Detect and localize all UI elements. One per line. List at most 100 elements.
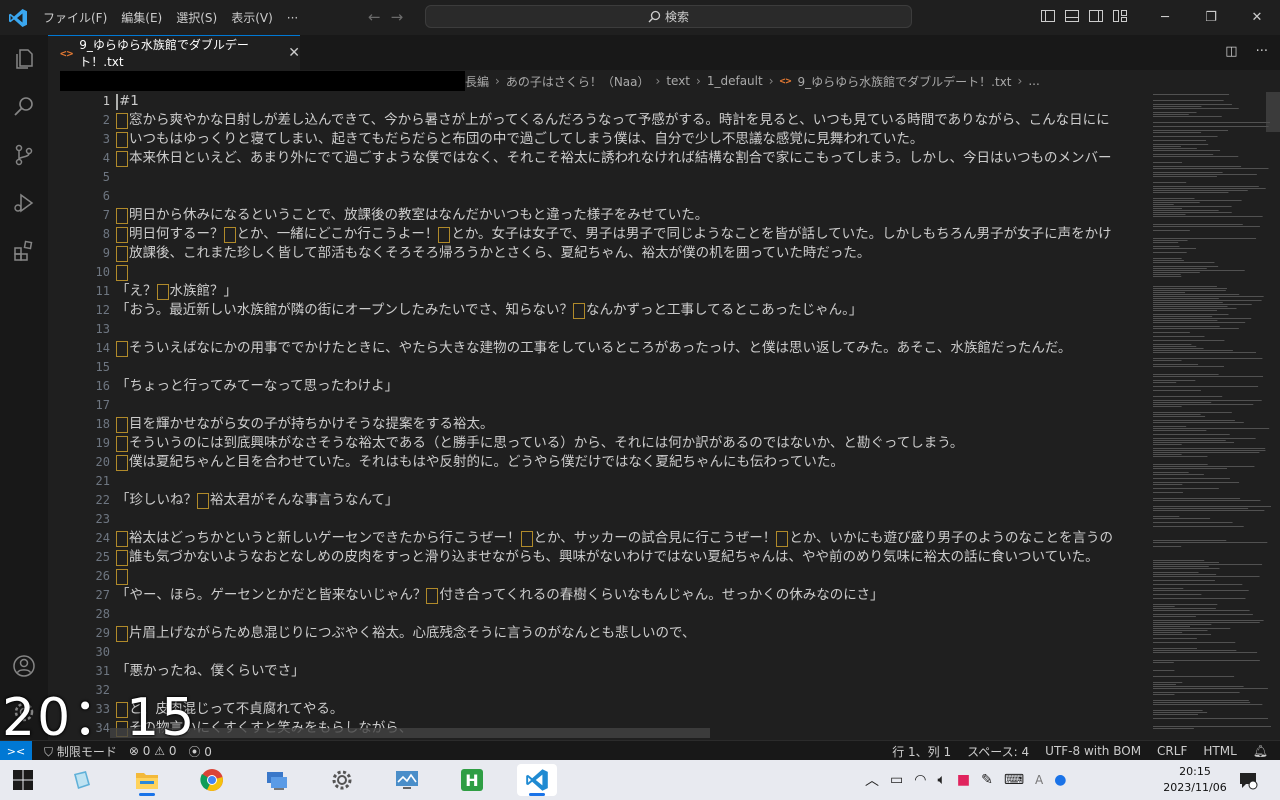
code-line[interactable] xyxy=(116,510,1145,529)
breadcrumb-item[interactable]: 1_default xyxy=(707,74,763,88)
notifications-bell-icon[interactable]: 🔔︎ xyxy=(1253,744,1268,758)
code-line[interactable]: いつもはゆっくりと寝てしまい、起きてもだらだらと布団の中で過ごしてしまう僕は、自… xyxy=(116,130,1145,149)
battery-icon[interactable]: ▭ xyxy=(890,772,903,788)
taskbar-monitor-icon[interactable] xyxy=(387,764,427,796)
menu-file[interactable]: ファイル(F) xyxy=(36,9,114,26)
code-line[interactable]: そういえばなにかの用事ででかけたときに、やたら大きな建物の工事をしているところが… xyxy=(116,339,1145,358)
breadcrumb-item[interactable]: text xyxy=(666,74,690,88)
toggle-panel-icon[interactable] xyxy=(1064,8,1080,24)
breadcrumb-item[interactable]: 長編 xyxy=(465,73,489,90)
code-line[interactable]: 放課後、これまた珍しく皆して部活もなくそろそろ帰ろうかとさくら、夏紀ちゃん、裕太… xyxy=(116,244,1145,263)
forward-arrow-icon[interactable]: → xyxy=(391,8,404,26)
tab-active-file[interactable]: <> 9_ゆらゆら水族館でダブルデート！.txt ✕ xyxy=(48,35,300,70)
code-line[interactable] xyxy=(116,168,1145,187)
ime-indicator[interactable]: A xyxy=(1035,773,1043,787)
code-line[interactable]: と、皮肉混じって不貞腐れてやる。 xyxy=(116,700,1145,719)
restore-icon[interactable]: ❐ xyxy=(1188,0,1234,35)
indentation[interactable]: スペース: 4 xyxy=(967,743,1029,760)
code-line[interactable]: 明日何するー？ とか、一緒にどこか行こうよー！ とか。女子は女子で、男子は男子で同じ… xyxy=(116,225,1145,244)
code-line[interactable]: 窓から爽やかな日射しが差し込んできて、今から暑さが上がってくるんだろうなって予感… xyxy=(116,111,1145,130)
tab-close-icon[interactable]: ✕ xyxy=(288,45,300,61)
menu-view[interactable]: 表示(V) xyxy=(224,9,280,26)
notification-center-icon[interactable] xyxy=(1238,770,1258,790)
taskbar-hidemaru-icon[interactable]: H xyxy=(452,764,492,796)
code-line[interactable]: #1 xyxy=(116,92,1145,111)
cursor-position[interactable]: 行 1、列 1 xyxy=(892,743,951,760)
code-line[interactable] xyxy=(116,681,1145,700)
tray-app-icon[interactable]: ■ xyxy=(957,772,970,788)
code-line[interactable]: 「おう。最近新しい水族館が隣の街にオープンしたみたいでさ、知らない？ なんかずっと… xyxy=(116,301,1145,320)
code-text: 「悪かったね、僕くらいでさ」 xyxy=(116,663,305,679)
vertical-scrollbar[interactable] xyxy=(1266,92,1280,132)
minimap-line xyxy=(1153,150,1221,151)
taskbar-vscode-icon[interactable] xyxy=(517,764,557,796)
breadcrumb-item[interactable]: ... xyxy=(1028,74,1039,88)
more-actions-icon[interactable]: ··· xyxy=(1256,44,1268,59)
code-line[interactable] xyxy=(116,472,1145,491)
code-content[interactable]: #1 窓から爽やかな日射しが差し込んできて、今から暑さが上がってくるんだろうなって… xyxy=(116,92,1145,738)
account-icon[interactable] xyxy=(12,654,36,678)
code-line[interactable]: 「ちょっと行ってみてーなって思ったわけよ」 xyxy=(116,377,1145,396)
taskbar-settings-icon[interactable] xyxy=(322,764,362,796)
explorer-icon[interactable] xyxy=(12,47,36,71)
code-line[interactable]: 僕は夏紀ちゃんと目を合わせていた。それはもはや反射的に。どうやら僕だけではなく夏… xyxy=(116,453,1145,472)
menu-edit[interactable]: 編集(E) xyxy=(114,9,169,26)
split-editor-icon[interactable]: ◫ xyxy=(1225,44,1237,59)
line-ending[interactable]: CRLF xyxy=(1157,744,1187,758)
code-line[interactable]: 裕太はどっちかというと新しいゲーセンできたから行こうぜー！ とか、サッカーの試合見… xyxy=(116,529,1145,548)
keyboard-icon[interactable]: ⌨ xyxy=(1004,772,1024,788)
code-line[interactable] xyxy=(116,187,1145,206)
code-line[interactable] xyxy=(116,396,1145,415)
code-line[interactable]: 「え？ 水族館？」 xyxy=(116,282,1145,301)
windows-start-icon[interactable] xyxy=(12,769,34,791)
taskbar-file-explorer-icon[interactable] xyxy=(127,764,167,796)
toggle-secondary-sidebar-icon[interactable] xyxy=(1088,8,1104,24)
taskbar-chrome-icon[interactable] xyxy=(192,764,232,796)
taskbar-remote-desktop-icon[interactable] xyxy=(257,764,297,796)
language-mode[interactable]: HTML xyxy=(1203,744,1236,758)
horizontal-scrollbar[interactable] xyxy=(110,728,710,738)
code-line[interactable]: 「珍しいね？ 裕太君がそんな事言うなんて」 xyxy=(116,491,1145,510)
taskbar-clock[interactable]: 20:15 2023/11/06 xyxy=(1162,764,1228,796)
breadcrumb-item[interactable]: 9_ゆらゆら水族館でダブルデート！.txt xyxy=(798,73,1012,90)
taskbar-notepad-icon[interactable] xyxy=(62,764,102,796)
code-line[interactable] xyxy=(116,320,1145,339)
code-line[interactable]: 誰も気づかないようなおとなしめの皮肉をすっと滑り込ませながらも、興味がないわけで… xyxy=(116,548,1145,567)
minimize-icon[interactable]: ─ xyxy=(1142,0,1188,35)
tray-overflow-icon[interactable]: ︿ xyxy=(865,770,879,790)
customize-layout-icon[interactable] xyxy=(1112,8,1128,24)
search-sidebar-icon[interactable] xyxy=(12,95,36,119)
encoding[interactable]: UTF-8 with BOM xyxy=(1045,744,1141,758)
code-line[interactable]: 片眉上げながらため息混じりにつぶやく裕太。心底残念そうに言うのがなんとも悲しいの… xyxy=(116,624,1145,643)
code-line[interactable] xyxy=(116,643,1145,662)
extensions-icon[interactable] xyxy=(12,239,36,263)
code-line[interactable]: 「やー、ほら。ゲーセンとかだと皆来ないじゃん？ 付き合ってくれるの春樹くらいなもん… xyxy=(116,586,1145,605)
code-line[interactable] xyxy=(116,605,1145,624)
run-debug-icon[interactable] xyxy=(12,191,36,215)
code-line[interactable] xyxy=(116,263,1145,282)
source-control-icon[interactable] xyxy=(12,143,36,167)
close-window-icon[interactable]: ✕ xyxy=(1234,0,1280,35)
code-line[interactable]: 明日から休みになるということで、放課後の教室はなんだかいつもと違った様子をみせて… xyxy=(116,206,1145,225)
minimap[interactable] xyxy=(1145,92,1280,740)
pen-icon[interactable]: ✎ xyxy=(981,772,993,788)
command-search-box[interactable]: 検索 xyxy=(425,5,912,28)
toggle-primary-sidebar-icon[interactable] xyxy=(1040,8,1056,24)
volume-muted-icon[interactable]: 🔈︎ xyxy=(937,772,945,788)
wifi-icon[interactable]: ◠ xyxy=(914,772,926,788)
menu-more[interactable]: ··· xyxy=(280,11,305,25)
code-line[interactable]: そういうのには到底興味がなさそうな裕太である（と勝手に思っている）から、それには… xyxy=(116,434,1145,453)
line-number: 12 xyxy=(95,303,110,317)
breadcrumb-item[interactable]: あの子はさくら！（Naa） xyxy=(506,73,650,90)
editor-area[interactable]: 1 2 3 4 5 6 7 8 9 10 11 12 13 14 15 16 17 18 19 20 21 22 23 24 2… xyxy=(48,92,1145,740)
menu-selection[interactable]: 選択(S) xyxy=(169,9,224,26)
minimap-line xyxy=(1153,252,1187,253)
code-line[interactable]: 本来休日といえど、あまり外にでて過ごすような僕ではなく、それこそ裕太に誘われなけ… xyxy=(116,149,1145,168)
code-line[interactable] xyxy=(116,358,1145,377)
back-arrow-icon[interactable]: ← xyxy=(368,8,381,26)
code-line[interactable]: 「悪かったね、僕くらいでさ」 xyxy=(116,662,1145,681)
weather-icon[interactable]: ● xyxy=(1054,772,1066,788)
code-line[interactable]: 目を輝かせながら女の子が持ちかけそうな提案をする裕太。 xyxy=(116,415,1145,434)
code-line[interactable] xyxy=(116,567,1145,586)
minimap-line xyxy=(1153,682,1183,683)
